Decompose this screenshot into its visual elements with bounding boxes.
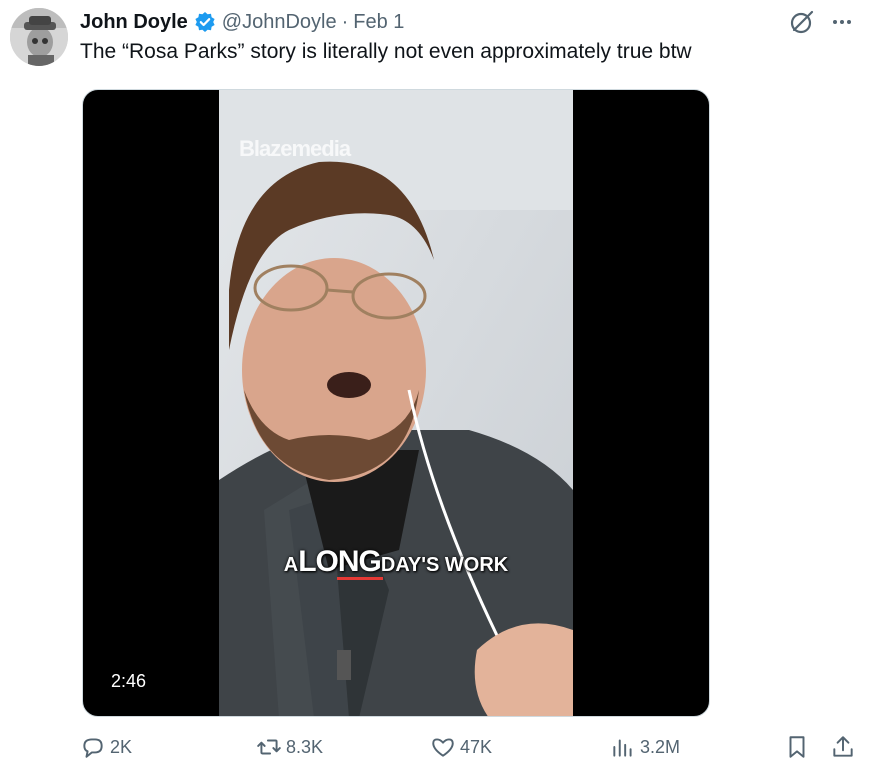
tweet-actions: 2K 8.3K 47K 3.2M [0,734,870,764]
share-button[interactable] [830,734,856,760]
bookmark-button[interactable] [784,734,810,760]
video-player[interactable]: Blazemedia ALONGDAY'S WORK 2:46 [82,89,710,717]
repost-icon [257,739,281,755]
blazemedia-watermark: Blazemedia [239,136,351,161]
video-duration: 2:46 [103,668,155,695]
bookmark-icon [789,736,805,758]
reply-count: 2K [110,736,133,757]
reply-icon [83,738,103,758]
share-icon [833,736,853,757]
repost-button[interactable]: 8.3K [256,734,323,760]
views-count: 3.2M [640,736,681,757]
video-caption: ALONGDAY'S WORK [219,545,573,579]
verified-badge-icon[interactable] [194,11,216,33]
reply-button[interactable]: 2K [80,734,132,760]
tweet-header: John Doyle @JohnDoyle · Feb 1 [80,8,404,36]
tweet-text: The “Rosa Parks” story is literally not … [80,40,692,63]
avatar[interactable] [10,8,68,66]
caption-long: LONG [298,545,382,578]
like-count: 47K [460,736,493,757]
author-handle[interactable]: @JohnDoyle [222,11,337,34]
more-options-icon[interactable] [828,10,856,34]
like-button[interactable]: 47K [430,734,492,760]
views-icon [613,739,632,757]
caption-rest: DAY'S WORK [380,554,509,576]
repost-count: 8.3K [286,736,324,757]
author-name[interactable]: John Doyle [80,11,188,34]
heart-icon [432,738,454,757]
tweet-date[interactable]: Feb 1 [353,11,404,34]
separator-dot: · [341,10,349,33]
caption-underline [337,577,383,580]
views-button[interactable]: 3.2M [610,734,680,760]
video-frame: Blazemedia ALONGDAY'S WORK [219,90,573,716]
caption-a: A [283,554,299,576]
grok-icon[interactable] [788,8,816,36]
